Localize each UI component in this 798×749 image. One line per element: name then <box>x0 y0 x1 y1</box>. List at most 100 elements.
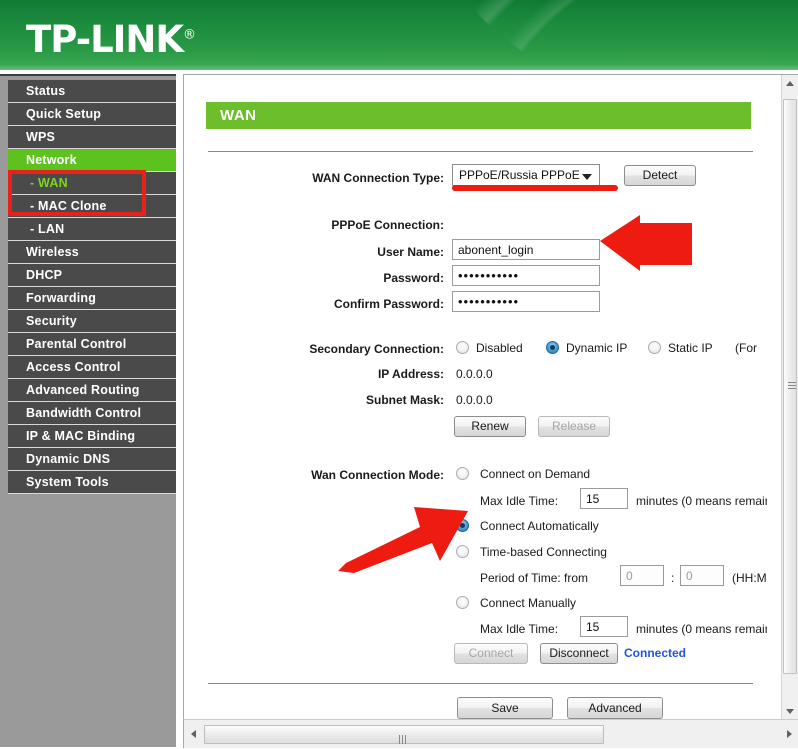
sidebar-item-forwarding[interactable]: Forwarding <box>8 287 176 310</box>
sidebar-item-label: Dynamic DNS <box>26 452 111 466</box>
sidebar-item-ip-mac-binding[interactable]: IP & MAC Binding <box>8 425 176 448</box>
max-idle-time-input-manual[interactable] <box>580 616 628 637</box>
sidebar-navigation: Status Quick Setup WPS Network - WAN - M… <box>0 74 176 721</box>
bottom-left-filler <box>0 719 176 747</box>
disconnect-button[interactable]: Disconnect <box>540 643 618 664</box>
period-format-note: (HH:MM <box>732 571 767 585</box>
triangle-left-icon <box>191 730 196 738</box>
password-input[interactable] <box>452 265 600 286</box>
sidebar-item-label: IP & MAC Binding <box>26 429 136 443</box>
connection-status-text: Connected <box>624 646 687 660</box>
triangle-right-icon <box>787 730 792 738</box>
main-frame: Status Quick Setup WPS Network - WAN - M… <box>0 74 798 748</box>
radio-label-time-based-connecting: Time-based Connecting <box>480 545 607 559</box>
content-vertical-scrollbar[interactable] <box>781 75 798 720</box>
scrollbar-grip-icon <box>788 381 796 392</box>
annotation-arrow-username <box>600 215 692 271</box>
sidebar-item-label: Access Control <box>26 360 121 374</box>
secondary-connection-note: (For <box>735 341 757 355</box>
radio-connect-manually[interactable] <box>456 596 469 609</box>
brand-name: TP-LINK <box>26 18 184 61</box>
triangle-up-icon <box>786 81 794 86</box>
sidebar-item-status[interactable]: Status <box>8 80 176 103</box>
wan-connection-mode-label: Wan Connection Mode: <box>311 468 444 482</box>
vertical-scrollbar-thumb[interactable] <box>783 99 797 674</box>
horizontal-scrollbar-grip-icon <box>399 731 410 744</box>
save-button[interactable]: Save <box>457 697 553 719</box>
sidebar-item-access-control[interactable]: Access Control <box>8 356 176 379</box>
user-name-label: User Name: <box>377 245 444 259</box>
sidebar-item-wireless[interactable]: Wireless <box>8 241 176 264</box>
radio-label-disabled: Disabled <box>476 341 523 355</box>
radio-label-connect-automatically: Connect Automatically <box>480 519 599 533</box>
max-idle-time-note-on-demand: minutes (0 means remair <box>636 494 767 508</box>
detect-button[interactable]: Detect <box>624 165 696 186</box>
radio-label-static-ip: Static IP <box>668 341 713 355</box>
annotation-box-network-wan <box>8 170 146 216</box>
sidebar-item-system-tools[interactable]: System Tools <box>8 471 176 494</box>
sidebar-left-strip <box>0 76 8 721</box>
sidebar-item-label: Status <box>26 84 66 98</box>
sidebar-item-parental-control[interactable]: Parental Control <box>8 333 176 356</box>
scroll-left-button[interactable] <box>185 724 202 744</box>
radio-label-dynamic-ip: Dynamic IP <box>566 341 628 355</box>
subnet-mask-label: Subnet Mask: <box>365 393 444 407</box>
sidebar-item-dynamic-dns[interactable]: Dynamic DNS <box>8 448 176 471</box>
release-button: Release <box>538 416 610 437</box>
sidebar-item-label: DHCP <box>26 268 63 282</box>
period-from-minute-input[interactable] <box>680 565 724 586</box>
radio-secondary-static-ip[interactable] <box>648 341 661 354</box>
max-idle-time-input-on-demand[interactable] <box>580 488 628 509</box>
sidebar-item-label: Bandwidth Control <box>26 406 142 420</box>
sidebar-item-label: Security <box>26 314 77 328</box>
horizontal-scrollbar[interactable] <box>183 719 798 748</box>
registered-trademark-icon: ® <box>183 27 196 43</box>
bottom-gap-filler <box>176 719 183 747</box>
user-name-input[interactable] <box>452 239 600 260</box>
wan-connection-type-value: PPPoE/Russia PPPoE <box>459 168 580 182</box>
sidebar-item-bandwidth-control[interactable]: Bandwidth Control <box>8 402 176 425</box>
radio-label-connect-manually: Connect Manually <box>480 596 577 610</box>
wan-connection-type-select[interactable]: PPPoE/Russia PPPoE <box>452 164 600 186</box>
pppoe-connection-section-label: PPPoE Connection: <box>331 218 444 232</box>
sidebar-item-label: Advanced Routing <box>26 383 140 397</box>
period-of-time-label: Period of Time: from <box>480 571 589 585</box>
annotation-underline-wan-type <box>452 185 618 191</box>
password-label: Password: <box>383 271 444 285</box>
sidebar-item-wps[interactable]: WPS <box>8 126 176 149</box>
sidebar-item-advanced-routing[interactable]: Advanced Routing <box>8 379 176 402</box>
sidebar-item-network[interactable]: Network <box>8 149 176 172</box>
sidebar-item-label: Forwarding <box>26 291 97 305</box>
sidebar-bottom-filler <box>8 513 176 541</box>
sidebar-item-dhcp[interactable]: DHCP <box>8 264 176 287</box>
connect-button: Connect <box>454 643 528 664</box>
scroll-right-button[interactable] <box>781 724 798 744</box>
advanced-button[interactable]: Advanced <box>567 697 663 719</box>
content-scroll-area: WAN WAN Connection Type: PPPoE/Russia PP… <box>184 75 767 720</box>
scroll-up-button[interactable] <box>782 75 798 92</box>
sidebar-item-label: WPS <box>26 130 56 144</box>
renew-button[interactable]: Renew <box>454 416 526 437</box>
confirm-password-input[interactable] <box>452 291 600 312</box>
header-divider <box>0 70 798 72</box>
radio-secondary-dynamic-ip[interactable] <box>546 341 559 354</box>
horizontal-scrollbar-thumb[interactable] <box>204 725 604 744</box>
wan-settings-form: WAN Connection Type: PPPoE/Russia PPPoE … <box>184 75 767 720</box>
period-from-hour-input[interactable] <box>620 565 664 586</box>
radio-secondary-disabled[interactable] <box>456 341 469 354</box>
sidebar-item-quick-setup[interactable]: Quick Setup <box>8 103 176 126</box>
annotation-arrow-connect-automatically <box>338 507 468 573</box>
radio-connect-on-demand[interactable] <box>456 467 469 480</box>
scroll-down-button[interactable] <box>782 703 798 720</box>
sidebar-item-security[interactable]: Security <box>8 310 176 333</box>
max-idle-time-label-manual: Max Idle Time: <box>480 622 559 636</box>
wan-connection-type-label: WAN Connection Type: <box>312 171 444 185</box>
sidebar-item-lan[interactable]: - LAN <box>8 218 176 241</box>
content-panel: WAN WAN Connection Type: PPPoE/Russia PP… <box>183 74 798 720</box>
radio-label-connect-on-demand: Connect on Demand <box>480 467 591 481</box>
confirm-password-label: Confirm Password: <box>333 297 444 311</box>
ip-address-value: 0.0.0.0 <box>456 367 493 381</box>
subnet-mask-value: 0.0.0.0 <box>456 393 493 407</box>
sidebar-item-label: Wireless <box>26 245 79 259</box>
sidebar-item-label: Quick Setup <box>26 107 102 121</box>
